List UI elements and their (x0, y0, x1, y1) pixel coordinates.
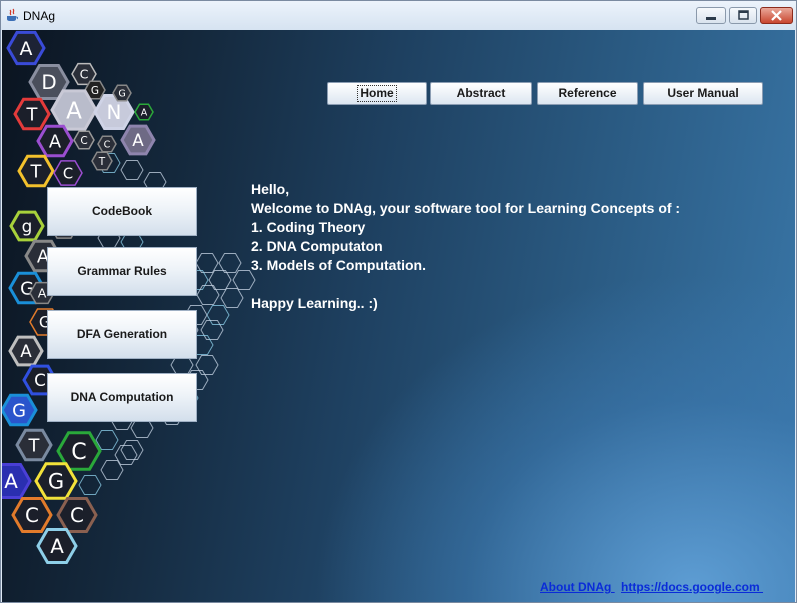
hex-outline (95, 430, 119, 450)
minimize-icon (706, 17, 716, 20)
dna-computation-button[interactable]: DNA Computation (47, 373, 197, 422)
hex-letter: G (91, 85, 99, 97)
hex-cell: A (50, 89, 98, 131)
hex-cell: C (53, 160, 83, 186)
hex-outline (114, 445, 138, 465)
hex-cell: g (9, 210, 45, 242)
hex-cell: C (56, 497, 98, 533)
hex-letter: A (38, 286, 47, 301)
hex-outline (220, 288, 244, 308)
about-link[interactable]: About DNAg (540, 580, 615, 594)
hex-letter: C (70, 504, 84, 527)
nav-home-label: Home (357, 85, 397, 102)
hex-letter: A (20, 341, 32, 361)
hex-cell: T (17, 154, 55, 188)
docs-link[interactable]: https://docs.google.com (621, 580, 763, 594)
hex-letter: A (132, 130, 144, 150)
hex-cell: A (36, 528, 78, 564)
hex-cell: G (34, 462, 78, 500)
hex-cell: C (11, 497, 53, 533)
hex-letter: A (49, 131, 62, 152)
maximize-button[interactable] (729, 7, 757, 24)
close-button[interactable] (760, 7, 793, 24)
hex-cell: G (112, 84, 132, 102)
hex-cell: T (15, 428, 53, 462)
hex-outline (208, 270, 232, 290)
hex-letter: A (20, 38, 33, 60)
hex-letter: C (104, 139, 111, 150)
hex-letter: g (22, 216, 33, 236)
hex-cell: A (8, 335, 44, 367)
nav-abstract-label: Abstract (456, 86, 506, 100)
hex-cell: A (120, 124, 156, 156)
hex-letter: C (80, 135, 87, 147)
welcome-item-dna-computation: 2. DNA Computaton (251, 238, 383, 254)
window-title: DNAg (23, 9, 56, 23)
hex-letter: C (25, 504, 39, 527)
hex-outline (120, 160, 144, 180)
hex-cell: A (6, 30, 46, 66)
hex-cell: A (2, 463, 32, 499)
hex-outline (78, 475, 102, 495)
hex-letter: A (4, 470, 18, 493)
hex-letter: N (107, 101, 122, 124)
hex-cell: A (134, 103, 154, 121)
title-bar[interactable]: DNAg (1, 1, 796, 30)
hex-letter: T (98, 156, 106, 168)
hex-letter: G (48, 470, 64, 494)
maximize-icon (738, 10, 749, 20)
hex-letter: A (50, 535, 64, 558)
minimize-button[interactable] (696, 7, 726, 24)
hex-letter: G (12, 400, 26, 421)
hex-letter: T (30, 161, 42, 182)
hex-cell: A (36, 124, 74, 158)
close-icon (771, 10, 782, 21)
hex-cell: T (13, 97, 51, 131)
hex-letter: G (118, 88, 125, 99)
hex-letter: C (34, 370, 46, 390)
hex-letter: A (66, 98, 82, 124)
hex-cell: C (97, 135, 117, 153)
hex-outline (195, 355, 219, 375)
nav-user-manual-label: User Manual (667, 86, 739, 100)
dfa-generation-button[interactable]: DFA Generation (47, 310, 197, 359)
hex-outline (218, 253, 242, 273)
grammar-rules-button[interactable]: Grammar Rules (47, 247, 197, 296)
hex-letter: C (63, 165, 73, 182)
main-panel: ADCGTANACCTACgAGGACGTCAGCCATAGTA Home Ab… (2, 30, 795, 602)
app-window: DNAg ADCGTANACCTACgAGGACGTCAGCCATAGTA Ho… (0, 0, 797, 603)
hex-outline (195, 253, 219, 273)
hex-letter: D (41, 71, 56, 94)
welcome-message: Hello, Welcome to DNAg, your software to… (251, 180, 680, 313)
welcome-intro: Welcome to DNAg, your software tool for … (251, 200, 681, 216)
hex-cell: T (91, 151, 113, 171)
hex-letter: C (80, 67, 89, 82)
hex-outline (196, 285, 220, 305)
nav-user-manual-button[interactable]: User Manual (643, 82, 763, 105)
welcome-item-models: 3. Models of Computation. (251, 257, 426, 273)
nav-home-button[interactable]: Home (327, 82, 427, 105)
hex-cell: G (2, 393, 38, 427)
hex-outline (120, 440, 144, 460)
welcome-greeting: Hello, (251, 181, 290, 197)
hex-letter: T (28, 435, 40, 456)
codebook-button[interactable]: CodeBook (47, 187, 197, 236)
java-app-icon (7, 8, 19, 21)
nav-reference-button[interactable]: Reference (537, 82, 638, 105)
hex-letter: T (26, 104, 38, 125)
hex-letter: C (71, 439, 86, 465)
hex-cell: C (73, 130, 95, 150)
welcome-signoff: Happy Learning.. :) (251, 295, 378, 311)
nav-abstract-button[interactable]: Abstract (430, 82, 532, 105)
welcome-item-coding-theory: 1. Coding Theory (251, 219, 366, 235)
welcome-spacer (251, 275, 680, 294)
nav-reference-label: Reference (558, 86, 617, 100)
hex-letter: A (141, 107, 148, 118)
